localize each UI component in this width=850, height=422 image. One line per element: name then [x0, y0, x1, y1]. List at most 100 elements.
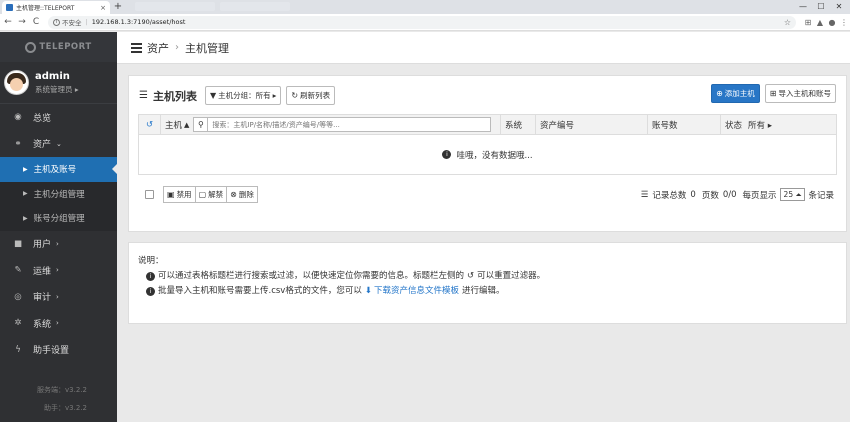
notes-heading: 说明：	[138, 256, 164, 266]
blurred-tab[interactable]	[220, 2, 290, 11]
sidebar-item-audit[interactable]: ◎ 审计 ›	[0, 284, 117, 311]
extension-icon[interactable]: ▲	[814, 18, 826, 27]
extension-icon[interactable]: ⊞	[802, 18, 814, 27]
sidebar-item-assist[interactable]: ϟ 助手设置	[0, 337, 117, 364]
sidebar-item-system[interactable]: ✲ 系统 ›	[0, 310, 117, 337]
table-header: ↺ 主机▲ ⚲ 系统 资产编号 账号数 状态所有 ▸	[138, 114, 837, 135]
eye-icon: ◎	[14, 291, 22, 302]
lock-icon: ▣	[167, 190, 175, 199]
tab-title: 主机管理::TELEPORT	[16, 5, 75, 12]
refresh-list-button[interactable]: ↻ 刷新列表	[286, 86, 336, 105]
column-os: 系统	[501, 115, 536, 134]
sidebar-item-account-groups[interactable]: ▶ 账号分组管理	[0, 206, 117, 231]
minimize-icon[interactable]: —	[794, 0, 812, 13]
back-icon[interactable]: ←	[2, 17, 14, 27]
records-icon: ☰	[640, 189, 649, 200]
column-status: 状态 所有 ▸	[725, 119, 772, 131]
chevron-right-icon: ›	[56, 292, 59, 301]
page-info: 0/0	[722, 189, 737, 200]
remove-icon: ⊗	[230, 190, 237, 199]
column-accounts: 账号数	[648, 115, 721, 134]
reload-icon[interactable]: C	[30, 17, 42, 27]
import-hosts-button[interactable]: ⊞ 导入主机和账号	[764, 84, 836, 103]
chevron-right-icon: ›	[175, 42, 179, 53]
caret-right-icon: ▶	[23, 165, 28, 173]
pagination: ☰ 记录总数 0 页数 0/0 每页显示 25 ⏶ 条记录	[640, 188, 834, 201]
user-role-link[interactable]: 系统管理员 ▸	[35, 84, 79, 95]
user-name: admin	[35, 70, 70, 82]
add-host-button[interactable]: ⊕ 添加主机	[711, 84, 760, 103]
sidebar-item-dashboard[interactable]: ◉ 总览	[0, 104, 117, 131]
sitemap-icon: ⚭	[14, 138, 22, 149]
new-tab-button[interactable]: +	[112, 1, 124, 13]
batch-actions: ▣ 禁用 ▢ 解禁 ⊗ 删除	[163, 186, 258, 203]
reset-icon: ↺	[467, 271, 475, 281]
user-icon: ■	[13, 238, 23, 249]
browser-tab[interactable]: 主机管理::TELEPORT ×	[2, 1, 110, 14]
empty-message: i 哇哦，没有数据哦...	[138, 135, 837, 175]
sidebar-item-users[interactable]: ■ 用户 ›	[0, 231, 117, 258]
column-asset-no: 资产编号	[536, 115, 648, 134]
per-page-select[interactable]: 25 ⏶	[779, 188, 806, 201]
note-line: i 批量导入主机和账号需要上传.csv格式的文件，您可以 ⬇ 下载资产信息文件模板 进行…	[138, 284, 545, 299]
breadcrumb-section[interactable]: 资产	[147, 40, 169, 56]
wrench-icon: ✎	[14, 265, 22, 276]
info-icon[interactable]: i	[53, 18, 60, 26]
info-circle-icon: i	[442, 150, 452, 159]
info-circle-icon: i	[146, 272, 155, 281]
sidebar-item-host-groups[interactable]: ▶ 主机分组管理	[0, 181, 117, 206]
download-template-link[interactable]: 下载资产信息文件模板	[374, 284, 459, 299]
page-title: 主机管理	[185, 41, 229, 55]
unlock-icon: ▢	[198, 190, 207, 199]
unlock-button[interactable]: ▢ 解禁	[195, 186, 228, 203]
search-icon: ⚲	[194, 118, 209, 131]
chevron-right-icon: ›	[56, 319, 59, 328]
user-panel: admin 系统管理员 ▸	[0, 62, 117, 104]
security-label: 不安全	[62, 19, 82, 27]
plus-square-icon: ⊞	[769, 89, 777, 98]
chevron-right-icon: ›	[56, 239, 59, 248]
sidebar-item-hosts-accounts[interactable]: ▶ 主机及账号	[0, 157, 117, 182]
table-footer: ▣ 禁用 ▢ 解禁 ⊗ 删除 ☰ 记录总数 0 页数 0/0 每页显示 25 ⏶ 条记…	[145, 186, 834, 203]
column-host: 主机 ▲ ⚲	[161, 115, 501, 134]
address-bar-row: ← → C i 不安全 | 192.168.1.3:7190/asset/hos…	[0, 14, 850, 31]
chevron-down-icon: ⌄	[56, 139, 62, 148]
sort-asc-icon[interactable]: ▲	[184, 121, 189, 129]
plus-circle-icon: ⊕	[716, 89, 723, 98]
host-list-card: ☰ 主机列表 ▼ 主机分组：所有 ▸ ↻ 刷新列表 ⊕ 添加主机 ⊞ 导入主机和账号 ↺ 主…	[128, 75, 847, 232]
url-input[interactable]: i 不安全 | 192.168.1.3:7190/asset/host ☆	[48, 15, 796, 29]
reset-filter-icon[interactable]: ↺	[139, 115, 161, 134]
url-text: 192.168.1.3:7190/asset/host	[91, 18, 186, 26]
search-field[interactable]	[208, 120, 479, 129]
dashboard-icon: ◉	[14, 112, 22, 123]
host-table: ↺ 主机▲ ⚲ 系统 资产编号 账号数 状态所有 ▸ i哇哦，没有数据哦...	[138, 114, 837, 175]
browser-menu-icon[interactable]: ⋮	[838, 18, 850, 27]
sidebar-menu: ◉ 总览 ⚭ 资产 ⌄ ▶ 主机及账号 ▶ 主机分组管理 ▶ 账号分组管理 ■ 用户 › ✎ 运维…	[0, 104, 117, 363]
close-tab-icon[interactable]: ×	[100, 4, 106, 12]
sidebar-item-assets[interactable]: ⚭ 资产 ⌄	[0, 131, 117, 158]
server-version: 服务端：v3.2.2	[37, 386, 87, 394]
breadcrumb: 资产 › 主机管理	[117, 32, 850, 64]
blurred-tab[interactable]	[135, 2, 215, 11]
status-filter[interactable]: 所有 ▸	[748, 119, 772, 131]
bolt-icon: ϟ	[15, 344, 21, 355]
search-input[interactable]: ⚲	[193, 117, 492, 132]
account-icon[interactable]: ●	[826, 18, 838, 27]
logo[interactable]: TELEPORT	[0, 32, 117, 62]
star-icon[interactable]: ☆	[784, 18, 791, 27]
forward-icon[interactable]: →	[16, 17, 28, 27]
select-all-checkbox[interactable]	[145, 190, 154, 199]
sidebar-item-ops[interactable]: ✎ 运维 ›	[0, 257, 117, 284]
disable-button[interactable]: ▣ 禁用	[163, 186, 196, 203]
delete-button[interactable]: ⊗ 删除	[227, 186, 258, 203]
sidebar: TELEPORT admin 系统管理员 ▸ ◉ 总览 ⚭ 资产 ⌄ ▶ 主机及账号 ▶…	[0, 32, 117, 422]
info-circle-icon: i	[146, 287, 155, 296]
download-icon[interactable]: ⬇	[365, 284, 372, 299]
maximize-icon[interactable]: ☐	[812, 0, 830, 13]
database-icon	[131, 42, 142, 53]
caret-right-icon: ▶	[23, 214, 28, 222]
host-list-title: ☰ 主机列表	[139, 89, 197, 103]
group-filter-button[interactable]: ▼ 主机分组：所有 ▸	[204, 86, 282, 105]
total-count: 0	[690, 189, 696, 200]
close-window-icon[interactable]: ✕	[830, 0, 848, 13]
